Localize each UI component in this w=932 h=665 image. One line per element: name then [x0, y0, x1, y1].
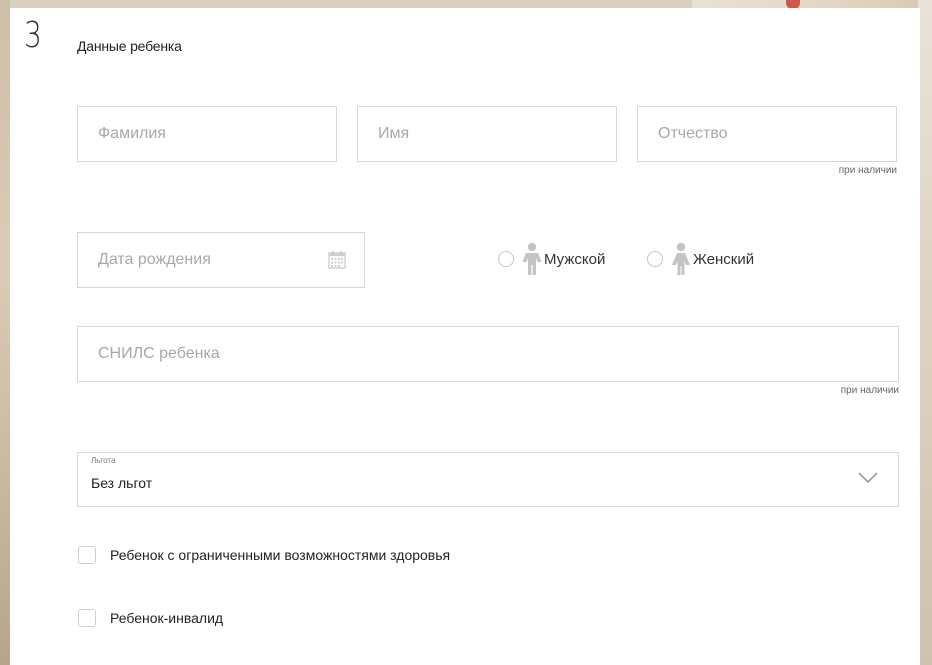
last-name-placeholder: Фамилия: [98, 125, 166, 142]
gender-male-option[interactable]: Мужской: [498, 242, 605, 276]
benefit-select[interactable]: Льгота Без льгот: [77, 452, 899, 507]
snils-placeholder: СНИЛС ребенка: [98, 345, 220, 362]
first-name-placeholder: Имя: [378, 125, 410, 142]
birth-date-placeholder: Дата рождения: [98, 251, 211, 268]
birth-date-field[interactable]: Дата рождения: [77, 232, 365, 288]
male-radio[interactable]: [498, 251, 514, 267]
male-person-icon: [522, 242, 542, 275]
patronymic-placeholder: Отчество: [658, 125, 728, 142]
limited-health-label: Ребенок с ограниченными возможностями зд…: [110, 547, 451, 563]
male-label: Мужской: [544, 250, 606, 268]
step-number: 3: [24, 15, 42, 56]
disabled-label: Ребенок-инвалид: [110, 610, 224, 626]
female-label: Женский: [693, 250, 755, 268]
patronymic-field[interactable]: Отчество: [637, 106, 897, 162]
background-right: [918, 0, 932, 665]
calendar-icon[interactable]: [328, 251, 346, 269]
patronymic-hint: при наличии: [838, 165, 897, 176]
section-title: Данные ребенка: [77, 38, 182, 54]
form-card: 3 Данные ребенка Фамилия Имя Отчество пр…: [10, 8, 920, 665]
last-name-field[interactable]: Фамилия: [77, 106, 337, 162]
female-radio[interactable]: [647, 251, 663, 267]
gender-female-option[interactable]: Женский: [647, 242, 754, 276]
disabled-option[interactable]: Ребенок-инвалид: [78, 609, 223, 627]
snils-field[interactable]: СНИЛС ребенка: [77, 326, 899, 382]
background-left: [0, 0, 10, 665]
benefit-value: Без льгот: [91, 475, 153, 491]
female-person-icon: [672, 242, 690, 275]
benefit-label: Льгота: [91, 456, 116, 465]
snils-hint: при наличии: [840, 385, 899, 396]
limited-health-checkbox[interactable]: [78, 546, 96, 564]
chevron-down-icon[interactable]: [858, 470, 878, 484]
limited-health-option[interactable]: Ребенок с ограниченными возможностями зд…: [78, 546, 450, 564]
disabled-checkbox[interactable]: [78, 609, 96, 627]
first-name-field[interactable]: Имя: [357, 106, 617, 162]
